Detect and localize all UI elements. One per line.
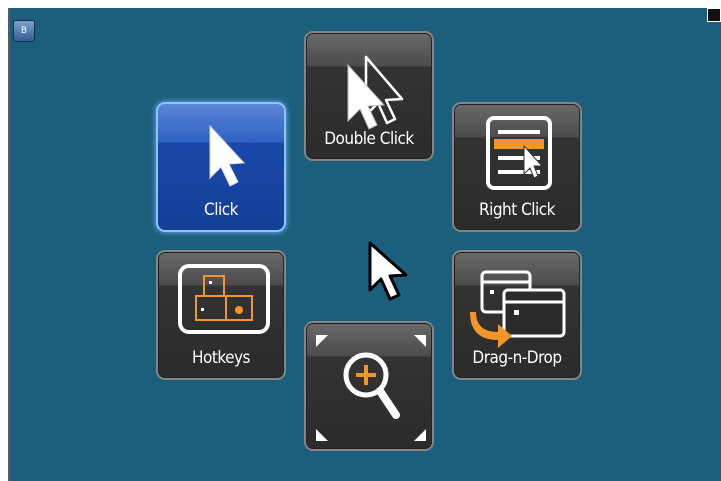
click-label: Click: [204, 200, 238, 220]
double-click-label: Double Click: [324, 129, 414, 149]
drag-n-drop-button[interactable]: Drag-n-Drop: [452, 250, 582, 380]
magnify-plus-icon: [316, 335, 426, 441]
hotkeys-button[interactable]: Hotkeys: [156, 250, 286, 380]
right-click-label: Right Click: [478, 200, 556, 220]
right-click-button[interactable]: Right Click: [452, 102, 582, 232]
double-click-button[interactable]: Double Click: [304, 31, 434, 161]
drag-n-drop-label: Drag-n-Drop: [472, 348, 562, 368]
click-button[interactable]: Click: [156, 102, 286, 232]
hotkeys-label: Hotkeys: [191, 348, 251, 368]
zoom-button[interactable]: [304, 321, 434, 451]
corner-menu-button[interactable]: B: [13, 20, 35, 42]
resize-icon[interactable]: [707, 8, 721, 22]
mouse-pointer-icon: [368, 241, 408, 301]
